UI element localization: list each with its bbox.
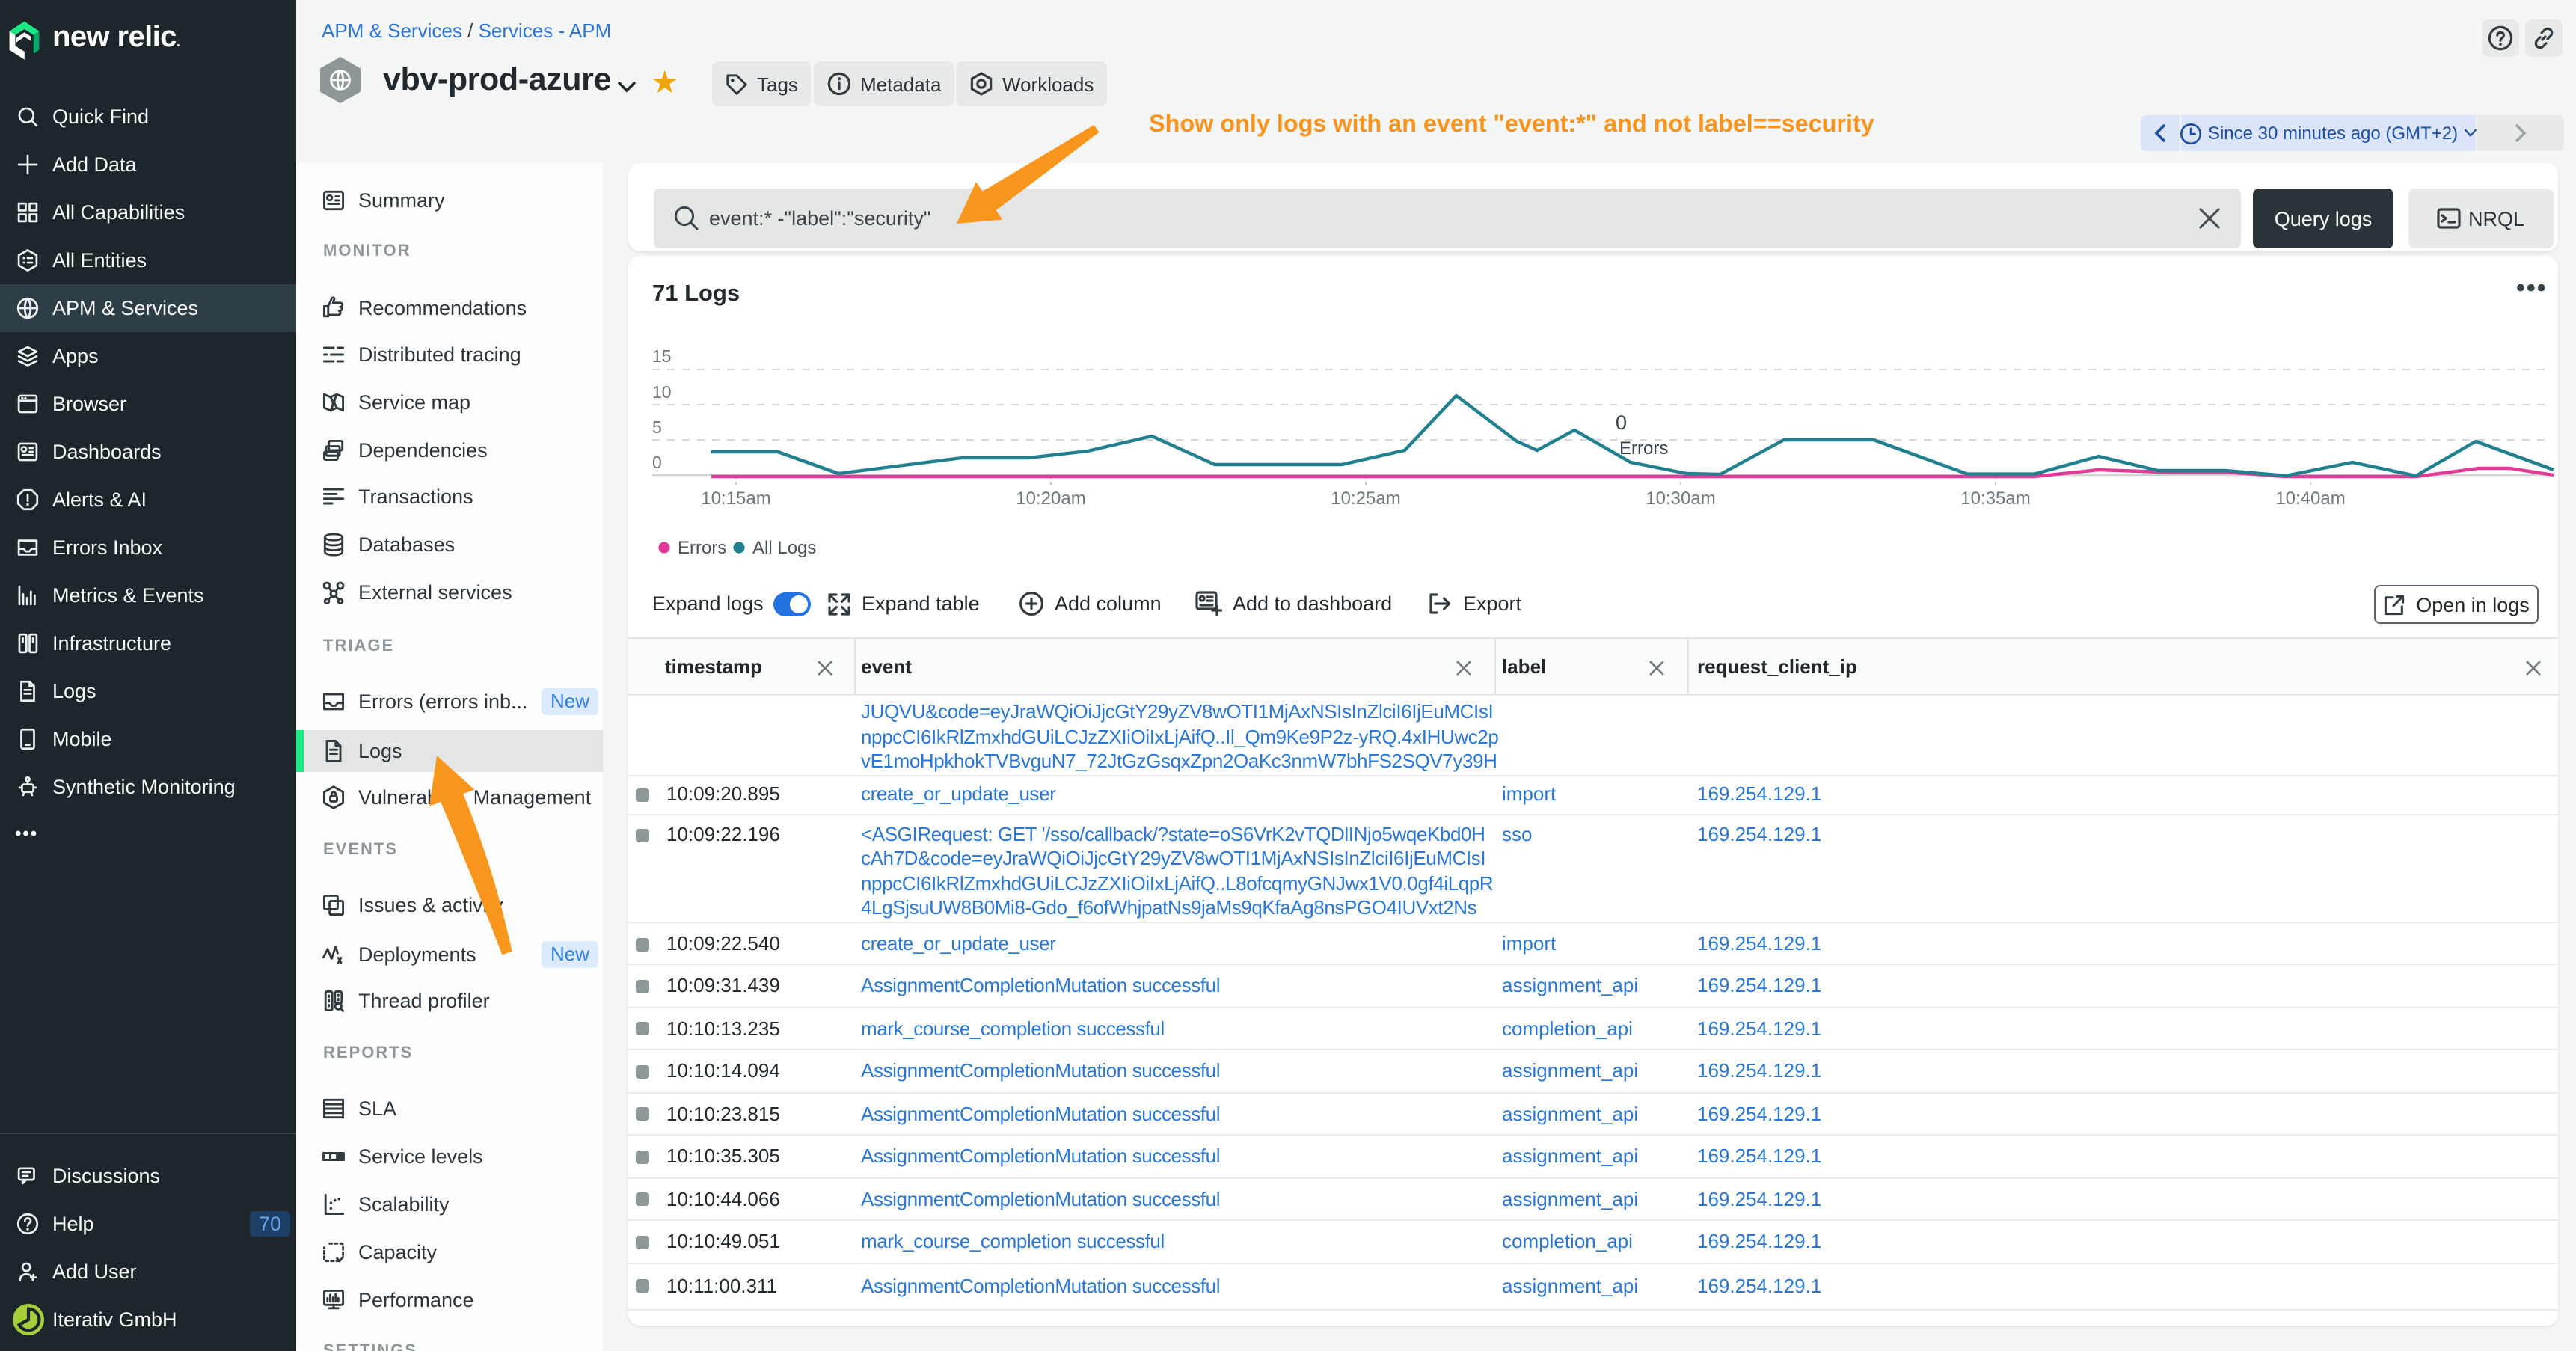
svg-text:0: 0	[652, 453, 662, 472]
svg-text:Errors: Errors	[678, 538, 726, 558]
svg-text:5: 5	[652, 417, 662, 437]
svg-text:10:35am: 10:35am	[1960, 488, 2030, 509]
svg-text:Errors: Errors	[1619, 438, 1668, 459]
svg-text:15: 15	[652, 346, 672, 366]
svg-text:0: 0	[1616, 411, 1627, 434]
svg-text:10:40am: 10:40am	[2275, 488, 2345, 509]
svg-text:10: 10	[652, 382, 672, 402]
svg-text:10:25am: 10:25am	[1331, 488, 1400, 509]
svg-text:All Logs: All Logs	[752, 538, 816, 558]
svg-text:10:15am: 10:15am	[701, 488, 770, 509]
svg-text:10:30am: 10:30am	[1646, 488, 1715, 509]
svg-text:10:20am: 10:20am	[1016, 488, 1085, 509]
